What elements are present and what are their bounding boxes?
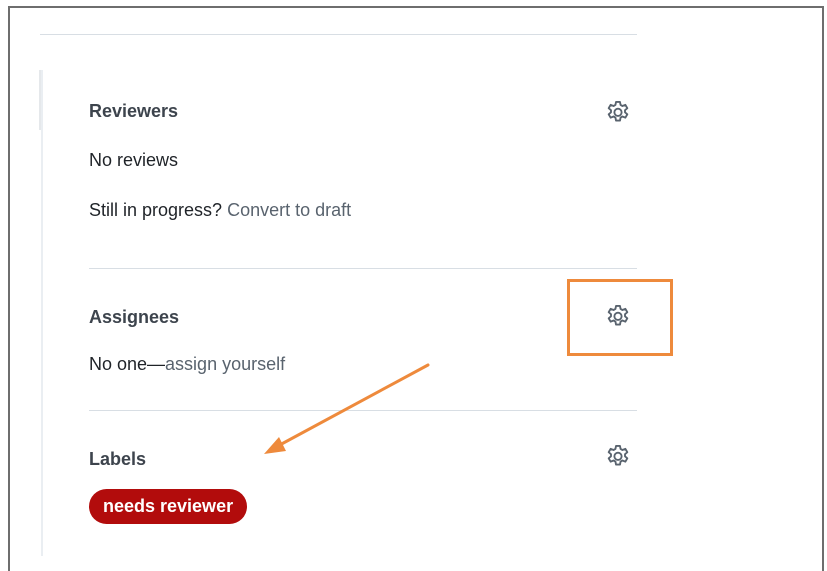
labels-settings-gear-icon[interactable] (604, 443, 632, 471)
label-needs-reviewer[interactable]: needs reviewer (89, 489, 248, 524)
assignees-empty-text: No one— (89, 354, 166, 374)
section-divider (89, 410, 637, 411)
gear-icon (607, 100, 629, 122)
gear-icon (607, 444, 629, 466)
gear-icon (607, 304, 629, 326)
reviewers-status-text: No reviews (89, 150, 179, 170)
reviewers-settings-gear-icon[interactable] (604, 99, 632, 127)
sidebar-left-rail (41, 70, 43, 556)
draft-prompt-text: Still in progress? (89, 200, 223, 220)
assign-yourself-link[interactable]: assign yourself (165, 354, 285, 374)
section-divider (89, 268, 637, 269)
top-divider (40, 34, 637, 35)
sidebar-left-rail-tick (39, 70, 41, 130)
screenshot-frame (8, 6, 824, 571)
reviewers-heading: Reviewers (89, 101, 179, 121)
labels-heading: Labels (89, 449, 147, 469)
assignees-heading: Assignees (89, 307, 180, 327)
assignees-settings-gear-icon[interactable] (604, 303, 632, 331)
convert-draft-line: Still in progress? Convert to draft (89, 200, 351, 221)
convert-to-draft-link[interactable]: Convert to draft (227, 200, 351, 220)
assignees-empty-line: No one—assign yourself (89, 354, 285, 375)
